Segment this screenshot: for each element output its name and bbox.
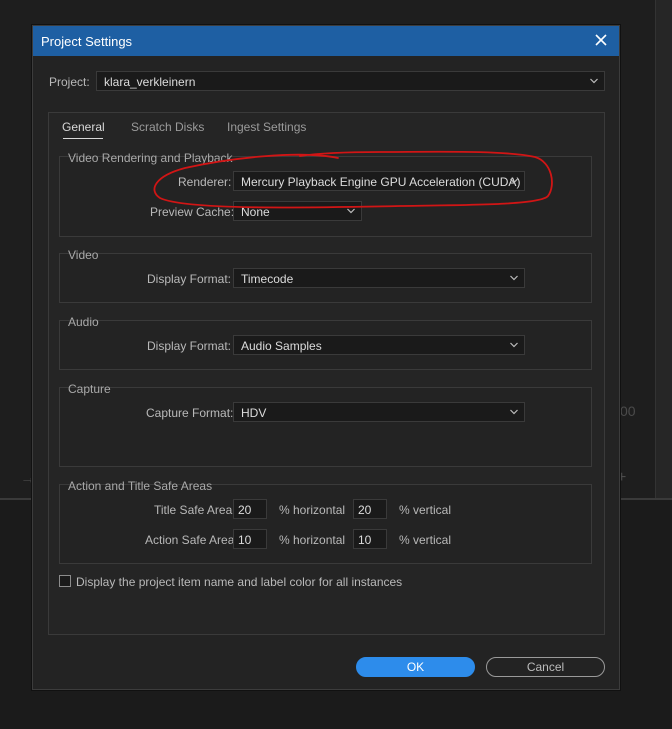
- ok-button[interactable]: OK: [356, 657, 475, 677]
- safe-areas-group: [59, 484, 592, 564]
- video-rendering-title: Video Rendering and Playback: [68, 151, 233, 165]
- display-item-name-label: Display the project item name and label …: [76, 575, 403, 589]
- background-timecode-fragment: 00: [620, 403, 636, 419]
- tab-scratch-disks[interactable]: Scratch Disks: [131, 120, 204, 134]
- preview-cache-select-value: None: [241, 205, 270, 219]
- action-safe-horizontal-unit: % horizontal: [279, 533, 346, 547]
- project-select[interactable]: klara_verkleinern: [96, 71, 605, 91]
- renderer-label: Renderer:: [178, 175, 232, 189]
- chevron-down-icon: [510, 275, 518, 281]
- chevron-down-icon: [347, 208, 355, 214]
- renderer-select-value: Mercury Playback Engine GPU Acceleration…: [241, 175, 521, 189]
- safe-areas-title: Action and Title Safe Areas: [68, 479, 213, 493]
- cancel-button[interactable]: Cancel: [486, 657, 605, 677]
- audio-display-format-select[interactable]: Audio Samples: [233, 335, 525, 355]
- video-title: Video: [68, 248, 99, 262]
- audio-title: Audio: [68, 315, 99, 329]
- project-label: Project:: [49, 75, 90, 89]
- tab-general-underline: [63, 138, 103, 139]
- title-safe-vertical-input[interactable]: 20: [353, 499, 387, 519]
- audio-display-format-value: Audio Samples: [241, 339, 322, 353]
- audio-display-format-label: Display Format:: [147, 339, 232, 353]
- title-safe-horizontal-input[interactable]: 20: [233, 499, 267, 519]
- capture-title: Capture: [68, 382, 111, 396]
- capture-format-label: Capture Format:: [146, 406, 234, 420]
- dialog-title: Project Settings: [41, 34, 133, 49]
- capture-format-value: HDV: [241, 406, 267, 420]
- title-safe-area-label: Title Safe Area: [154, 503, 233, 517]
- chevron-down-icon: [510, 409, 518, 415]
- chevron-down-icon: [510, 342, 518, 348]
- action-safe-area-label: Action Safe Area: [145, 533, 235, 547]
- video-display-format-select[interactable]: Timecode: [233, 268, 525, 288]
- video-rendering-group: [59, 156, 592, 237]
- project-settings-dialog: Project Settings Project: klara_verklein…: [32, 25, 620, 690]
- capture-group: [59, 387, 592, 467]
- project-select-value: klara_verkleinern: [104, 75, 196, 89]
- preview-cache-select[interactable]: None: [233, 201, 362, 221]
- action-safe-vertical-unit: % vertical: [399, 533, 452, 547]
- preview-cache-label: Preview Cache:: [150, 205, 235, 219]
- background-right-strip: [655, 0, 672, 500]
- chevron-down-icon: [590, 78, 598, 84]
- dialog-titlebar[interactable]: Project Settings: [33, 26, 619, 56]
- tab-ingest-settings[interactable]: Ingest Settings: [227, 120, 306, 134]
- display-item-name-checkbox[interactable]: [59, 575, 71, 587]
- close-icon[interactable]: [591, 30, 611, 50]
- chevron-down-icon: [510, 178, 518, 184]
- video-display-format-label: Display Format:: [147, 272, 232, 286]
- video-display-format-value: Timecode: [241, 272, 294, 286]
- title-safe-horizontal-unit: % horizontal: [279, 503, 346, 517]
- title-safe-vertical-unit: % vertical: [399, 503, 452, 517]
- action-safe-vertical-input[interactable]: 10: [353, 529, 387, 549]
- capture-format-select[interactable]: HDV: [233, 402, 525, 422]
- tab-general[interactable]: General: [62, 120, 105, 134]
- renderer-select[interactable]: Mercury Playback Engine GPU Acceleration…: [233, 171, 525, 191]
- action-safe-horizontal-input[interactable]: 10: [233, 529, 267, 549]
